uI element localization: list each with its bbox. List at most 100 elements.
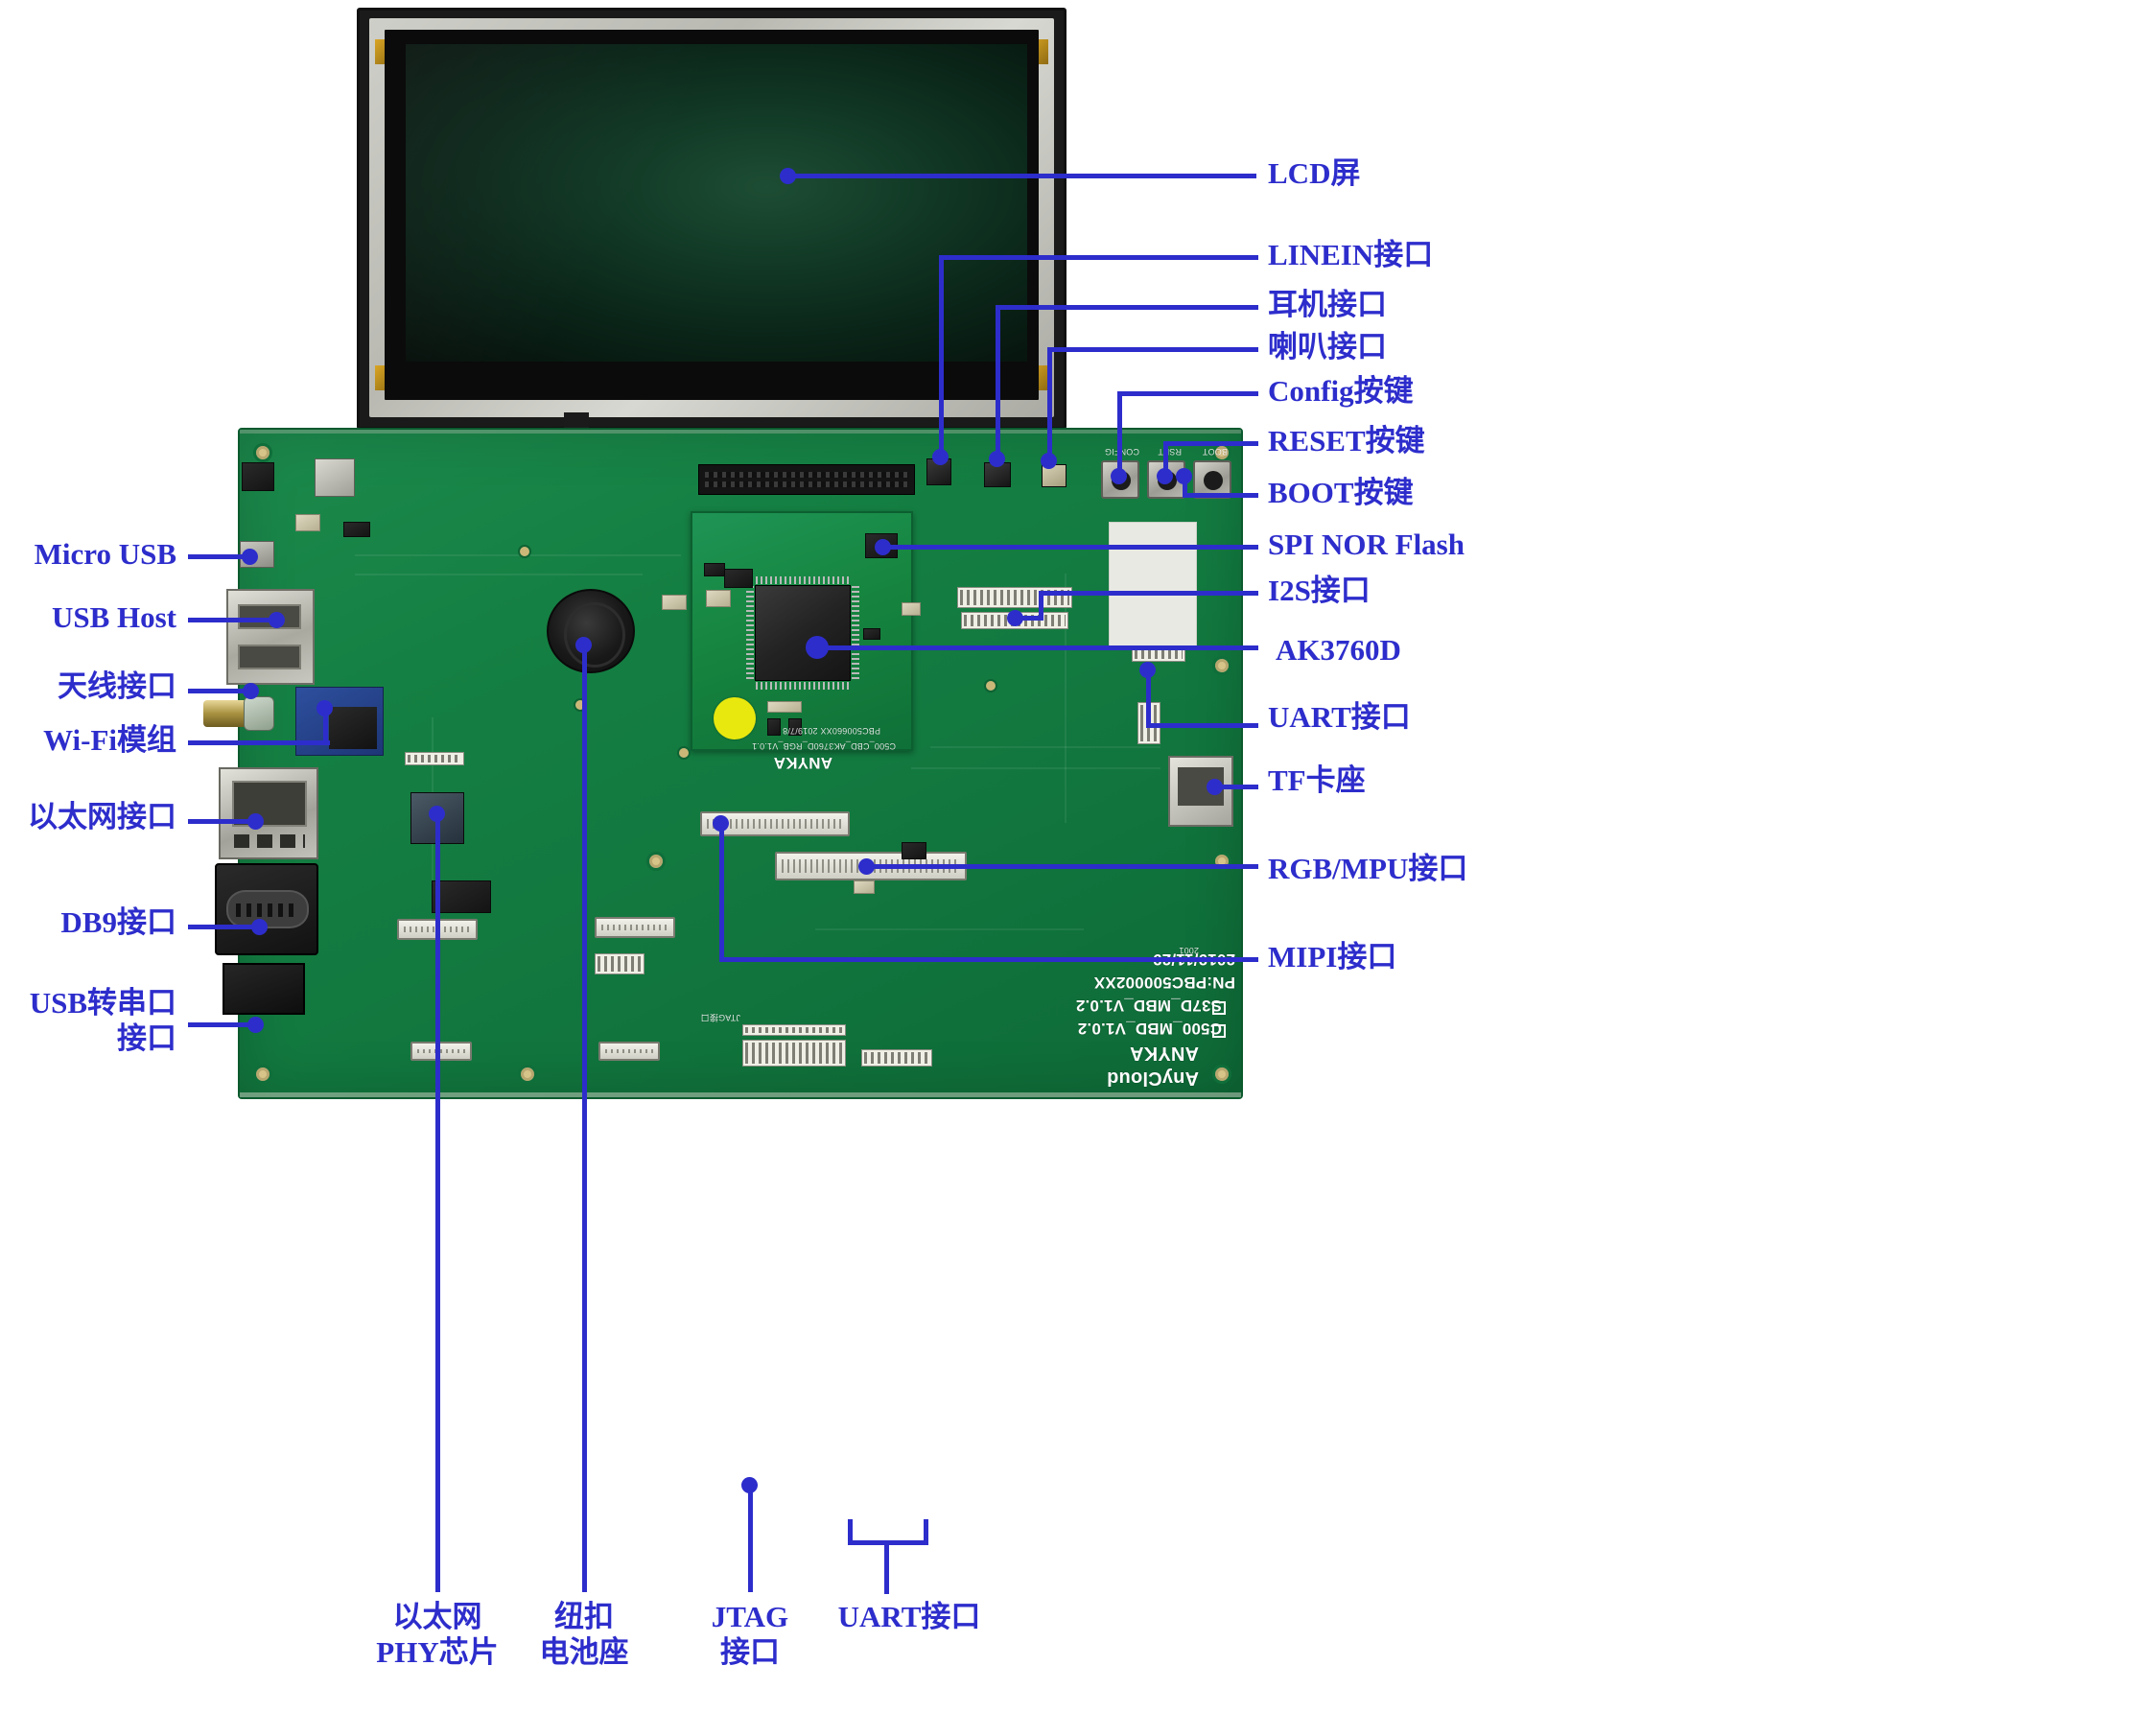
callout-lead-spi-flash <box>882 545 1258 550</box>
dc-jack[interactable] <box>242 462 274 491</box>
callout-lead-usb-serial <box>188 1022 255 1027</box>
label-rgb-mpu: RGB/MPU接口 <box>1268 852 1468 885</box>
callout-lead-rgb-mpu <box>866 864 1258 869</box>
label-linein: LINEIN接口 <box>1268 238 1434 271</box>
callout-lead-headphone-v <box>996 307 1000 458</box>
mounting-hole <box>253 443 272 462</box>
callout-lead-wifi-v <box>323 706 328 742</box>
label-lcd: LCD屏 <box>1268 156 1361 190</box>
label-eth-phy: 以太网 PHY芯片 <box>376 1600 499 1669</box>
sma-bulkhead <box>244 696 274 731</box>
callout-lead-reset-v <box>1163 443 1168 476</box>
white-label-sticker <box>1109 522 1197 646</box>
wifi-shield-can <box>329 707 377 749</box>
db9-shell <box>226 890 309 928</box>
soc-pin-row-bottom <box>756 682 850 690</box>
capacitor <box>662 595 687 610</box>
sma-antenna-connector[interactable] <box>203 694 274 733</box>
rj45-link-leds <box>234 834 305 848</box>
callout-lead-boot-h <box>1183 493 1258 498</box>
pcb-silk-vendor: ANYKA <box>1129 1043 1199 1064</box>
callout-lead-mipi-h <box>719 957 1258 962</box>
label-boot-key: BOOT按键 <box>1268 476 1414 509</box>
callout-lead-boot-v <box>1183 476 1187 495</box>
label-headphone: 耳机接口 <box>1268 288 1387 321</box>
coin-cell-battery-holder[interactable] <box>547 589 635 673</box>
ak3760d-soc <box>755 585 851 681</box>
aux-pin-block[interactable] <box>595 953 645 974</box>
aux-fpc-connector-bl[interactable] <box>410 1042 472 1061</box>
pcb-bottom-edge <box>240 1092 1241 1097</box>
label-jtag: JTAG 接口 <box>711 1600 789 1669</box>
usb-port-lower[interactable] <box>238 645 301 669</box>
label-i2s: I2S接口 <box>1268 574 1371 607</box>
reset-button-silk: RSET <box>1158 447 1182 457</box>
jtag-signal-row <box>742 1024 846 1036</box>
usb-host-connector[interactable] <box>226 589 315 685</box>
callout-lead-coin-cell <box>582 645 587 1592</box>
regulator-ic <box>343 522 370 537</box>
pcb-trace <box>815 928 1084 930</box>
callout-lead-linein-v <box>939 257 944 457</box>
aux-fpc-connector-mid[interactable] <box>595 917 675 938</box>
label-reset-key: RESET按键 <box>1268 424 1425 457</box>
label-usb-serial: USB转串口 接口 <box>29 986 176 1055</box>
callout-lead-uart-bottom <box>884 1540 889 1594</box>
mounting-hole <box>253 1065 272 1084</box>
passive-component <box>704 563 725 576</box>
callout-lead-jtag <box>748 1485 753 1592</box>
power-switch[interactable] <box>315 458 355 497</box>
uart-header-bottom[interactable] <box>861 1049 932 1067</box>
capacitor <box>902 602 921 616</box>
passive-component <box>767 701 802 713</box>
pcb-silk-brand: AnyCloud <box>1106 1067 1199 1089</box>
expansion-header-40pin[interactable] <box>698 464 915 495</box>
passive-component <box>706 590 731 607</box>
callout-lead-uart-right-h <box>1146 723 1258 728</box>
callout-bracket-uart-right <box>924 1519 928 1544</box>
mounting-hole <box>1212 656 1231 675</box>
passive-component <box>863 628 880 640</box>
callout-lead-headphone-h <box>996 305 1258 310</box>
wifi-module <box>295 687 384 756</box>
boot-button-silk: BOOT <box>1202 447 1228 457</box>
label-config-key: Config按键 <box>1268 374 1414 408</box>
aux-fpc-connector-bm[interactable] <box>598 1042 660 1061</box>
capacitor <box>854 880 875 894</box>
db9-serial-connector[interactable] <box>215 863 318 955</box>
label-wifi: Wi-Fi模组 <box>43 723 176 757</box>
pcb-silk-checkbox-1 <box>1212 1024 1226 1038</box>
mainboard-pcb: PBC500660XX 2019/7/8 C500_CBD_AK3760D_RG… <box>203 428 1243 1099</box>
lcd-panel-assembly <box>357 8 1066 430</box>
callout-lead-wifi-h <box>188 740 330 745</box>
module-silk-part: PBC500660XX 2019/7/8 <box>782 726 880 736</box>
soc-pin-row-left <box>746 586 754 680</box>
figure-canvas: PBC500660XX 2019/7/8 C500_CBD_AK3760D_RG… <box>0 0 2133 1736</box>
callout-lead-ethernet <box>188 819 255 824</box>
callout-lead-config-v <box>1117 393 1122 476</box>
module-silk-vendor: ANYKA <box>773 754 832 772</box>
lcd-metal-bezel <box>369 18 1054 417</box>
mounting-hole <box>646 852 666 871</box>
callout-lead-db9 <box>188 925 259 929</box>
soc-pin-row-top <box>756 576 850 584</box>
label-micro-usb: Micro USB <box>34 537 176 571</box>
label-mipi: MIPI接口 <box>1268 940 1397 974</box>
callout-lead-mipi-v <box>719 823 724 959</box>
jtag-silk-name: JTAG接口 <box>700 1013 740 1022</box>
jtag-header[interactable] <box>742 1040 846 1067</box>
label-db9: DB9接口 <box>60 905 176 939</box>
pcb-silk-checkbox-2 <box>1212 1001 1226 1015</box>
callout-lead-i2s-v <box>1039 593 1043 620</box>
tf-microsd-card-slot[interactable] <box>1168 756 1233 827</box>
mosfet <box>902 842 926 859</box>
usb-to-serial-connector[interactable] <box>223 963 305 1015</box>
inductor <box>295 514 320 531</box>
callout-lead-speaker-v <box>1047 349 1052 460</box>
label-ethernet: 以太网接口 <box>28 800 176 833</box>
pcb-silk-variant-2: S37D_MBD_V1.0.2 <box>1075 997 1222 1015</box>
test-pad <box>518 545 531 558</box>
callout-lead-antenna <box>188 689 249 693</box>
ethernet-rj45-jack[interactable] <box>219 767 318 859</box>
sma-pigtail <box>203 700 249 727</box>
